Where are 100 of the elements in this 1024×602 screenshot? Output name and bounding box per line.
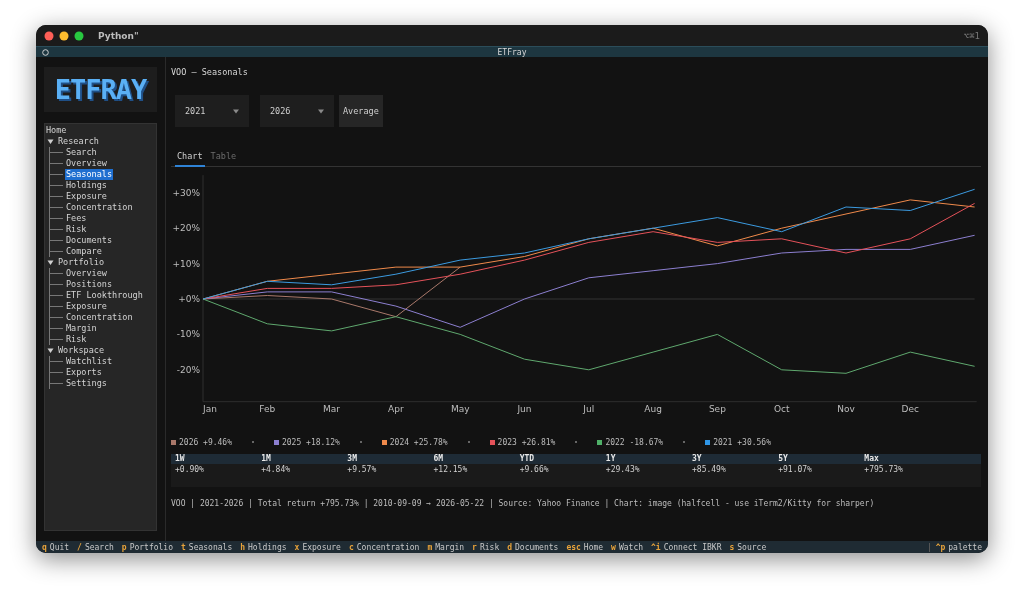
sidebar-item[interactable]: Settings — [65, 378, 108, 389]
sidebar-item[interactable]: Overview — [65, 158, 108, 169]
table-cell-text: +9.57% — [346, 464, 378, 476]
key-hint[interactable]: h — [240, 542, 246, 552]
sidebar-item[interactable]: Exports — [65, 367, 103, 378]
table-cell-text: +0.90% — [174, 464, 205, 476]
key-label[interactable]: Portfolio — [129, 542, 173, 552]
column-header: Max — [860, 454, 981, 464]
x-axis-label: Jul — [583, 403, 595, 414]
key-hint[interactable]: x — [294, 542, 300, 552]
key-label[interactable]: Source — [737, 542, 767, 552]
table-cell-text: +795.73% — [863, 464, 904, 476]
average-button[interactable]: Average — [339, 95, 383, 127]
x-axis-label: Jun — [517, 403, 532, 414]
window-title: Python" — [98, 30, 139, 41]
key-label[interactable]: Seasonals — [188, 542, 233, 552]
legend-label: 2026 +9.46% — [179, 437, 232, 447]
key-label[interactable]: Risk — [479, 542, 500, 552]
sidebar-item[interactable]: Positions — [65, 279, 114, 290]
table-cell-text: +12.15% — [432, 464, 469, 476]
status-text: VOO | 2021-2026 | Total return +795.73% | 2010-09-09 → 2026-05-22 | Source: Yahoo Finance | Chart: image (halfcell - use iTerm2/Kitty for sharper) — [171, 499, 876, 508]
x-axis-label: Sep — [708, 403, 726, 414]
key-hint[interactable]: s — [729, 542, 735, 552]
key-label[interactable]: Exposure — [302, 542, 341, 552]
year-select[interactable]: 2026 — [260, 95, 334, 127]
sidebar-item[interactable]: Fees — [65, 213, 88, 224]
sidebar-item[interactable]: Home — [45, 125, 68, 136]
sidebar-item[interactable]: Search — [65, 147, 98, 158]
sidebar-item[interactable]: Holdings — [65, 180, 108, 191]
sidebar-item[interactable]: Margin — [65, 323, 98, 334]
sidebar-item[interactable]: Risk — [65, 334, 88, 345]
key-hint[interactable]: / — [77, 542, 82, 552]
key-label[interactable]: Margin — [435, 542, 465, 552]
shortcut-label: ⌥⌘1 — [963, 30, 980, 41]
x-axis-label: Apr — [388, 403, 404, 414]
sidebar-item[interactable]: Portfolio — [57, 257, 106, 268]
x-axis-label: Dec — [901, 403, 919, 414]
table-cell-text: +9.66% — [518, 464, 550, 476]
key-hint[interactable]: c — [348, 542, 354, 552]
sidebar-item[interactable]: Documents — [65, 235, 114, 246]
sidebar-item[interactable]: Overview — [65, 268, 108, 279]
key-label[interactable]: Quit — [49, 542, 70, 552]
column-header: 3M — [343, 454, 430, 464]
key-hint[interactable]: w — [611, 542, 616, 552]
key-hint[interactable]: ^i — [651, 542, 661, 552]
sidebar-item[interactable]: Risk — [65, 224, 88, 235]
view-tab[interactable]: Table — [208, 149, 239, 167]
y-axis-label: -10% — [176, 329, 200, 340]
logo: ETFRAY — [54, 76, 147, 103]
sidebar-item[interactable]: Watchlist — [65, 356, 114, 367]
column-header: 1Y — [601, 454, 688, 464]
view-tab[interactable]: Chart — [175, 149, 205, 167]
key-label[interactable]: Connect IBKR — [663, 542, 722, 552]
sidebar-item[interactable]: Concentration — [65, 202, 134, 213]
legend-label: 2025 +18.12% — [282, 437, 340, 447]
x-axis-label: Feb — [259, 403, 276, 414]
sidebar-item[interactable]: Exposure — [65, 191, 108, 202]
key-label[interactable]: Documents — [515, 542, 559, 552]
year-select[interactable]: 2021 — [175, 95, 249, 127]
column-header: 5Y — [774, 454, 861, 464]
sidebar-item[interactable]: Workspace — [57, 345, 106, 356]
key-label[interactable]: Holdings — [248, 542, 287, 552]
column-header: 1W — [171, 454, 258, 464]
key-label[interactable]: palette — [948, 542, 982, 552]
key-label[interactable]: Search — [84, 542, 114, 552]
sidebar-item[interactable]: Exposure — [65, 301, 108, 312]
page-title: VOO – Seasonals — [171, 67, 249, 79]
x-axis-label: Oct — [773, 403, 790, 414]
x-axis-label: Jan — [203, 403, 217, 414]
sidebar-item[interactable]: ETF Lookthrough — [65, 290, 144, 301]
legend-label: 2023 +26.81% — [497, 437, 556, 447]
key-hint[interactable]: q — [42, 542, 47, 552]
table-cell-text: +29.43% — [604, 464, 641, 476]
table-cell-text: +4.84% — [260, 464, 292, 476]
table-cell-text: +91.07% — [777, 464, 813, 476]
y-axis-label: +10% — [172, 258, 200, 269]
key-hint[interactable]: esc — [566, 542, 581, 552]
column-header: YTD — [515, 454, 602, 464]
key-label[interactable]: Watch — [618, 542, 644, 552]
tab-title: ETFray — [497, 46, 527, 58]
sidebar-item[interactable]: Research — [57, 136, 100, 147]
key-hint[interactable]: m — [427, 542, 433, 552]
legend-label: 2022 -18.67% — [605, 437, 664, 447]
key-hint[interactable]: ^p — [935, 542, 946, 552]
table-cell-text: +85.49% — [691, 464, 727, 476]
key-label[interactable]: Concentration — [356, 542, 420, 552]
key-hint[interactable]: t — [181, 542, 186, 552]
key-hint[interactable]: p — [121, 542, 127, 552]
sidebar-item[interactable]: Concentration — [65, 312, 134, 323]
x-axis-label: May — [450, 403, 470, 414]
key-label[interactable]: Home — [583, 542, 604, 552]
key-hint[interactable]: d — [507, 542, 513, 552]
sidebar-item[interactable]: Compare — [65, 246, 103, 257]
key-hint[interactable]: r — [472, 542, 477, 552]
legend-label: 2021 +30.56% — [713, 437, 771, 447]
column-header: 1M — [257, 454, 344, 464]
column-header: 6M — [429, 454, 516, 464]
sidebar-item[interactable]: Seasonals — [65, 169, 114, 180]
y-axis-label: +0% — [178, 294, 200, 304]
legend-label: 2024 +25.78% — [389, 437, 448, 447]
